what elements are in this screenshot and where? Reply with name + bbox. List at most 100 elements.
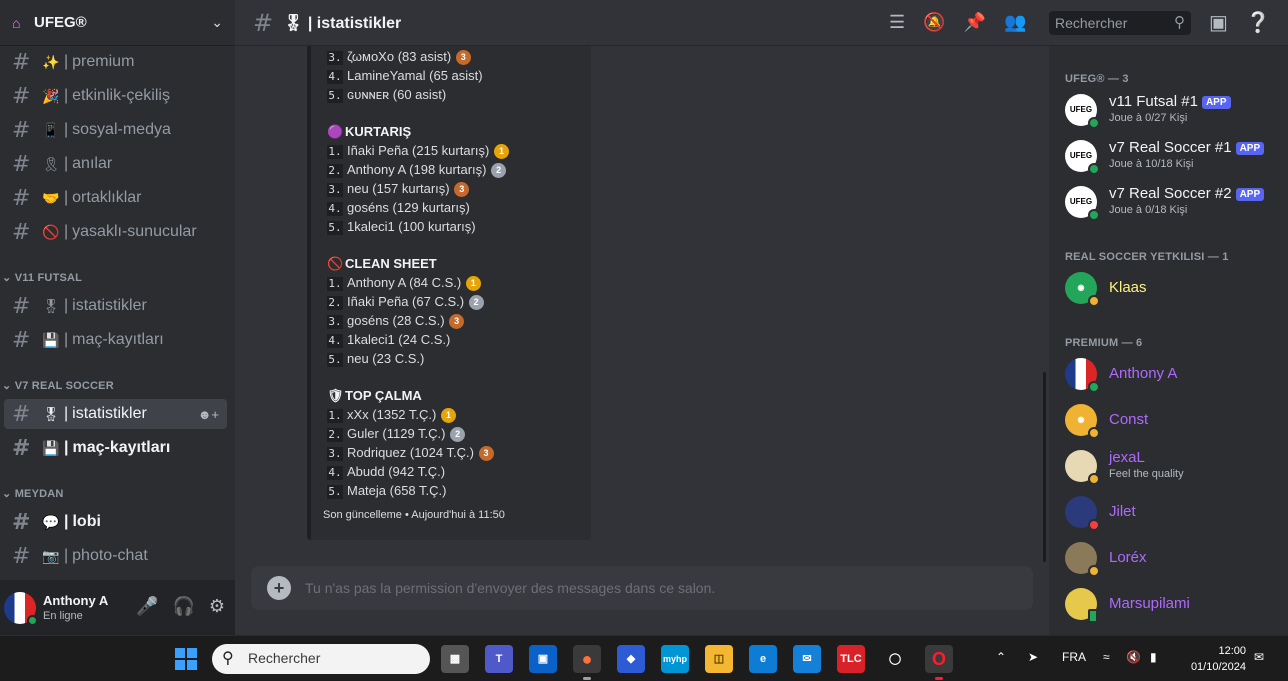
- windows-start-icon[interactable]: [175, 648, 197, 670]
- taskbar-search[interactable]: ⚲ Rechercher: [212, 644, 430, 674]
- channel-ortakliklar[interactable]: # 🤝 | ortaklıklar: [4, 183, 227, 213]
- location-icon[interactable]: ➤: [1028, 650, 1038, 664]
- hash-icon: #: [12, 435, 31, 461]
- member-item[interactable]: UFEG v7 Real Soccer #2 APP Joue à 0/18 Ki…: [1065, 182, 1280, 222]
- channel-label: anılar: [72, 155, 113, 172]
- volume-muted-icon[interactable]: 🔇: [1126, 650, 1141, 664]
- online-status-dot: [1088, 163, 1100, 175]
- rank-text: Rodriquez (1024 T.Ç.): [347, 445, 474, 460]
- rank-number: 4.: [327, 466, 343, 480]
- rank-text: 1kaleci1 (100 kurtarış): [347, 219, 476, 234]
- channel-emoji: 🎖: [42, 297, 60, 314]
- edge-icon[interactable]: e: [749, 645, 777, 673]
- channel-label: etkinlik-çekiliş: [72, 87, 170, 104]
- channel-soccer-mac-kayitlari[interactable]: # 💾 | maç-kayıtları: [4, 433, 227, 463]
- camera-app-icon[interactable]: ◯: [881, 645, 909, 673]
- channel-sosyal-medya[interactable]: # 📱 | sosyal-medya: [4, 115, 227, 145]
- channel-futsal-mac-kayitlari[interactable]: # 💾 | maç-kayıtları: [4, 325, 227, 355]
- threads-icon[interactable]: ☰: [889, 12, 905, 33]
- channel-label: premium: [72, 53, 135, 70]
- section-label: CLEAN SHEET: [345, 256, 437, 271]
- user-avatar[interactable]: [4, 591, 38, 626]
- member-list-icon[interactable]: 👥: [1004, 12, 1026, 33]
- scrollbar[interactable]: [1043, 372, 1046, 562]
- user-panel: Anthony A En ligne 🎤 🎧 ⚙: [0, 580, 235, 635]
- rank-text: Mateja (658 T.Ç.): [347, 483, 447, 498]
- category-futsal[interactable]: ⌄ V11 FUTSAL: [2, 271, 82, 284]
- discord-app: ⌂ UFEG® ⌄ # ✨ | premium # 🎉 | etkinlik-çek…: [0, 0, 1288, 635]
- member-item[interactable]: jexaL Feel the quality: [1065, 446, 1280, 486]
- notifications-muted-icon[interactable]: 🔕: [923, 12, 945, 33]
- section-icon: 🛡: [327, 388, 344, 403]
- member-name: v11 Futsal #1 APP: [1109, 93, 1231, 110]
- inbox-icon[interactable]: ▣: [1209, 10, 1228, 35]
- channel-photo-chat[interactable]: # 📷 | photo-chat: [4, 541, 227, 571]
- copilot-icon[interactable]: ◆: [617, 645, 645, 673]
- member-activity: Joue à 10/18 Kişi: [1109, 158, 1194, 170]
- headphones-icon[interactable]: 🎧: [172, 596, 194, 617]
- wifi-icon[interactable]: ≈: [1103, 650, 1110, 664]
- create-invite-icon[interactable]: ☻+: [198, 407, 219, 422]
- battery-icon[interactable]: ▮: [1150, 650, 1157, 664]
- category-soccer[interactable]: ⌄ V7 REAL SOCCER: [2, 379, 114, 392]
- clock[interactable]: 12:00 01/10/2024: [1180, 643, 1246, 675]
- search-input[interactable]: Rechercher ⚲: [1049, 11, 1191, 35]
- channel-soccer-istatistikler[interactable]: # 🎖 | istatistikler ☻+: [4, 399, 227, 429]
- clock-date: 01/10/2024: [1190, 661, 1246, 673]
- member-item[interactable]: Marsupilami: [1065, 584, 1280, 624]
- list-item: 1. xXx (1352 T.Ç.) 1: [327, 407, 456, 424]
- task-view-icon[interactable]: ▩: [441, 645, 469, 673]
- hash-icon: #: [12, 327, 31, 353]
- search-icon: ⚲: [222, 650, 234, 667]
- member-item[interactable]: ◉ Const: [1065, 400, 1280, 440]
- tlc-icon[interactable]: TLC: [837, 645, 865, 673]
- channel-anilar[interactable]: # 🎗 | anılar: [4, 149, 227, 179]
- mic-muted-icon[interactable]: 🎤: [136, 596, 158, 617]
- channel-futsal-istatistikler[interactable]: # 🎖 | istatistikler: [4, 291, 227, 321]
- mail-icon[interactable]: ✉: [793, 645, 821, 673]
- member-item[interactable]: Anthony A: [1065, 354, 1280, 394]
- rank-text: xXx (1352 T.Ç.): [347, 407, 437, 422]
- message-composer[interactable]: + Tu n'as pas la permission d'envoyer de…: [251, 566, 1033, 610]
- list-item: 4. LamineYamal (65 asist): [327, 68, 483, 84]
- file-explorer-icon[interactable]: ◫: [705, 645, 733, 673]
- firefox-icon[interactable]: ●: [573, 645, 601, 680]
- member-item[interactable]: UFEG v7 Real Soccer #1 APP Joue à 10/18 K…: [1065, 136, 1280, 176]
- list-item: 3. goséns (28 C.S.) 3: [327, 313, 465, 330]
- chevron-up-icon[interactable]: ⌃: [996, 650, 1006, 664]
- opera-icon[interactable]: O: [925, 645, 953, 680]
- gear-icon[interactable]: ⚙: [209, 596, 225, 617]
- store-icon[interactable]: ▣: [529, 645, 557, 673]
- language-indicator[interactable]: FRA: [1062, 650, 1086, 664]
- rank-number: 2.: [327, 164, 343, 178]
- member-item[interactable]: Jilet: [1065, 492, 1280, 532]
- channel-label: istatistikler: [72, 297, 147, 314]
- pin-icon[interactable]: 📌: [964, 12, 986, 33]
- myhp-icon[interactable]: myhp: [661, 645, 689, 673]
- rank-number: 4.: [327, 70, 343, 84]
- member-item[interactable]: Loréx: [1065, 538, 1280, 578]
- add-attachment-icon[interactable]: +: [267, 576, 291, 600]
- chevron-down-icon[interactable]: ⌄: [211, 14, 223, 31]
- guild-header[interactable]: ⌂ UFEG® ⌄: [0, 0, 235, 46]
- teams-icon[interactable]: T: [485, 645, 513, 673]
- channel-label: istatistikler: [72, 405, 147, 422]
- member-item[interactable]: UFEG v11 Futsal #1 APP Joue à 0/27 Kişi: [1065, 90, 1280, 130]
- category-label: V11 FUTSAL: [14, 272, 83, 284]
- channel-lobi[interactable]: # 💬 | lobi: [4, 507, 227, 537]
- rank-number: 1.: [327, 409, 343, 423]
- channel-premium[interactable]: # ✨ | premium: [4, 47, 227, 77]
- list-item: 5. ɢᴜɴɴᴇʀ (60 asist): [327, 87, 446, 103]
- idle-status-dot: [1088, 473, 1100, 485]
- notification-icon[interactable]: ✉: [1254, 650, 1264, 664]
- help-icon[interactable]: ❔: [1246, 10, 1271, 35]
- clock-time: 12:00: [1218, 645, 1246, 657]
- channel-etkinlik[interactable]: # 🎉 | etkinlik-çekiliş: [4, 81, 227, 111]
- category-meydan[interactable]: ⌄ MEYDAN: [2, 487, 64, 500]
- channel-yasakli-sunucular[interactable]: # 🚫 | yasaklı-sunucular: [4, 217, 227, 247]
- rank-text: Anthony A (198 kurtarış): [347, 162, 487, 177]
- member-item[interactable]: ◉ Klaas: [1065, 268, 1280, 308]
- section-title: 🟣 KURTARIŞ: [327, 124, 411, 140]
- channel-emoji: 💾: [42, 439, 60, 456]
- channel-sidebar: ⌂ UFEG® ⌄ # ✨ | premium # 🎉 | etkinlik-çek…: [0, 0, 235, 635]
